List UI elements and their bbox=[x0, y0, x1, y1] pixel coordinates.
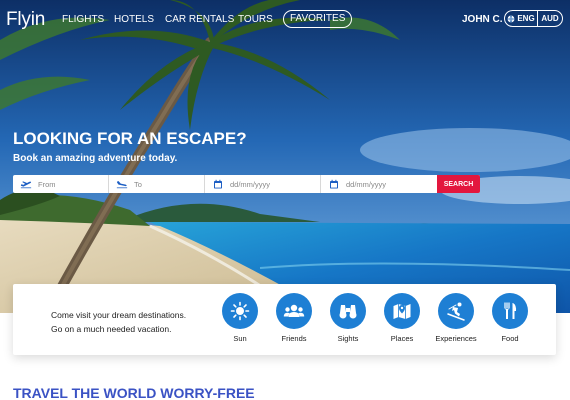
category-label: Places bbox=[390, 334, 414, 343]
hero-subheadline: Book an amazing adventure today. bbox=[13, 153, 178, 164]
nav-hotels-link[interactable]: HOTELS bbox=[114, 14, 154, 25]
return-date-input[interactable] bbox=[346, 179, 406, 189]
category-label: Experiences bbox=[435, 334, 477, 343]
plane-landing-icon bbox=[116, 181, 128, 189]
category-sights[interactable]: Sights bbox=[320, 293, 376, 343]
category-label: Food bbox=[501, 334, 519, 343]
sun-icon bbox=[230, 301, 250, 321]
category-experiences[interactable]: Experiences bbox=[428, 293, 484, 343]
language-label: ENG bbox=[517, 14, 535, 23]
top-navbar: Flyin FLIGHTS HOTELS CAR RENTALS TOURS F… bbox=[0, 0, 570, 38]
map-icon bbox=[393, 304, 411, 319]
favorites-button[interactable]: FAVORITES bbox=[283, 10, 353, 28]
hero-headline: LOOKING FOR AN ESCAPE? bbox=[13, 129, 247, 148]
nav-car-rentals-link[interactable]: CAR RENTALS bbox=[165, 14, 234, 25]
friends-icon bbox=[283, 304, 305, 317]
categories-intro: Come visit your dream destinations. Go o… bbox=[51, 308, 186, 336]
currency-label: AUD bbox=[541, 14, 559, 23]
depart-date-input[interactable] bbox=[230, 179, 290, 189]
to-input[interactable] bbox=[134, 179, 194, 189]
binoculars-icon bbox=[339, 305, 357, 319]
category-friends[interactable]: Friends bbox=[266, 293, 322, 343]
category-places[interactable]: Places bbox=[374, 293, 430, 343]
section-title: TRAVEL THE WORLD WORRY-FREE bbox=[13, 385, 255, 400]
category-food[interactable]: Food bbox=[482, 293, 538, 343]
locale-switcher: ENG AUD bbox=[504, 10, 563, 27]
category-label: Sun bbox=[233, 334, 247, 343]
calendar-icon bbox=[330, 179, 338, 189]
search-button[interactable]: SEARCH bbox=[437, 175, 480, 193]
globe-icon bbox=[507, 14, 515, 23]
nav-flights-link[interactable]: FLIGHTS bbox=[62, 14, 104, 25]
flight-search-bar: SEARCH bbox=[13, 175, 480, 193]
nav-tours-link[interactable]: TOURS bbox=[238, 14, 273, 25]
user-menu[interactable]: JOHN C. bbox=[462, 14, 503, 25]
categories-card: Come visit your dream destinations. Go o… bbox=[13, 284, 556, 355]
category-sun[interactable]: Sun bbox=[212, 293, 268, 343]
intro-line-2: Go on a much needed vacation. bbox=[51, 324, 172, 334]
from-input[interactable] bbox=[38, 179, 98, 189]
calendar-icon bbox=[214, 179, 222, 189]
from-field bbox=[13, 175, 109, 193]
category-label: Sights bbox=[337, 334, 359, 343]
brand-logo[interactable]: Flyin bbox=[6, 9, 45, 31]
return-date-field bbox=[321, 175, 437, 193]
intro-line-1: Come visit your dream destinations. bbox=[51, 310, 187, 320]
language-selector[interactable]: ENG bbox=[505, 11, 538, 26]
depart-date-field bbox=[205, 175, 321, 193]
skiing-icon bbox=[447, 302, 465, 321]
cutlery-icon bbox=[504, 302, 517, 319]
to-field bbox=[109, 175, 205, 193]
category-label: Friends bbox=[281, 334, 307, 343]
plane-takeoff-icon bbox=[20, 181, 32, 189]
currency-selector[interactable]: AUD bbox=[538, 11, 562, 26]
